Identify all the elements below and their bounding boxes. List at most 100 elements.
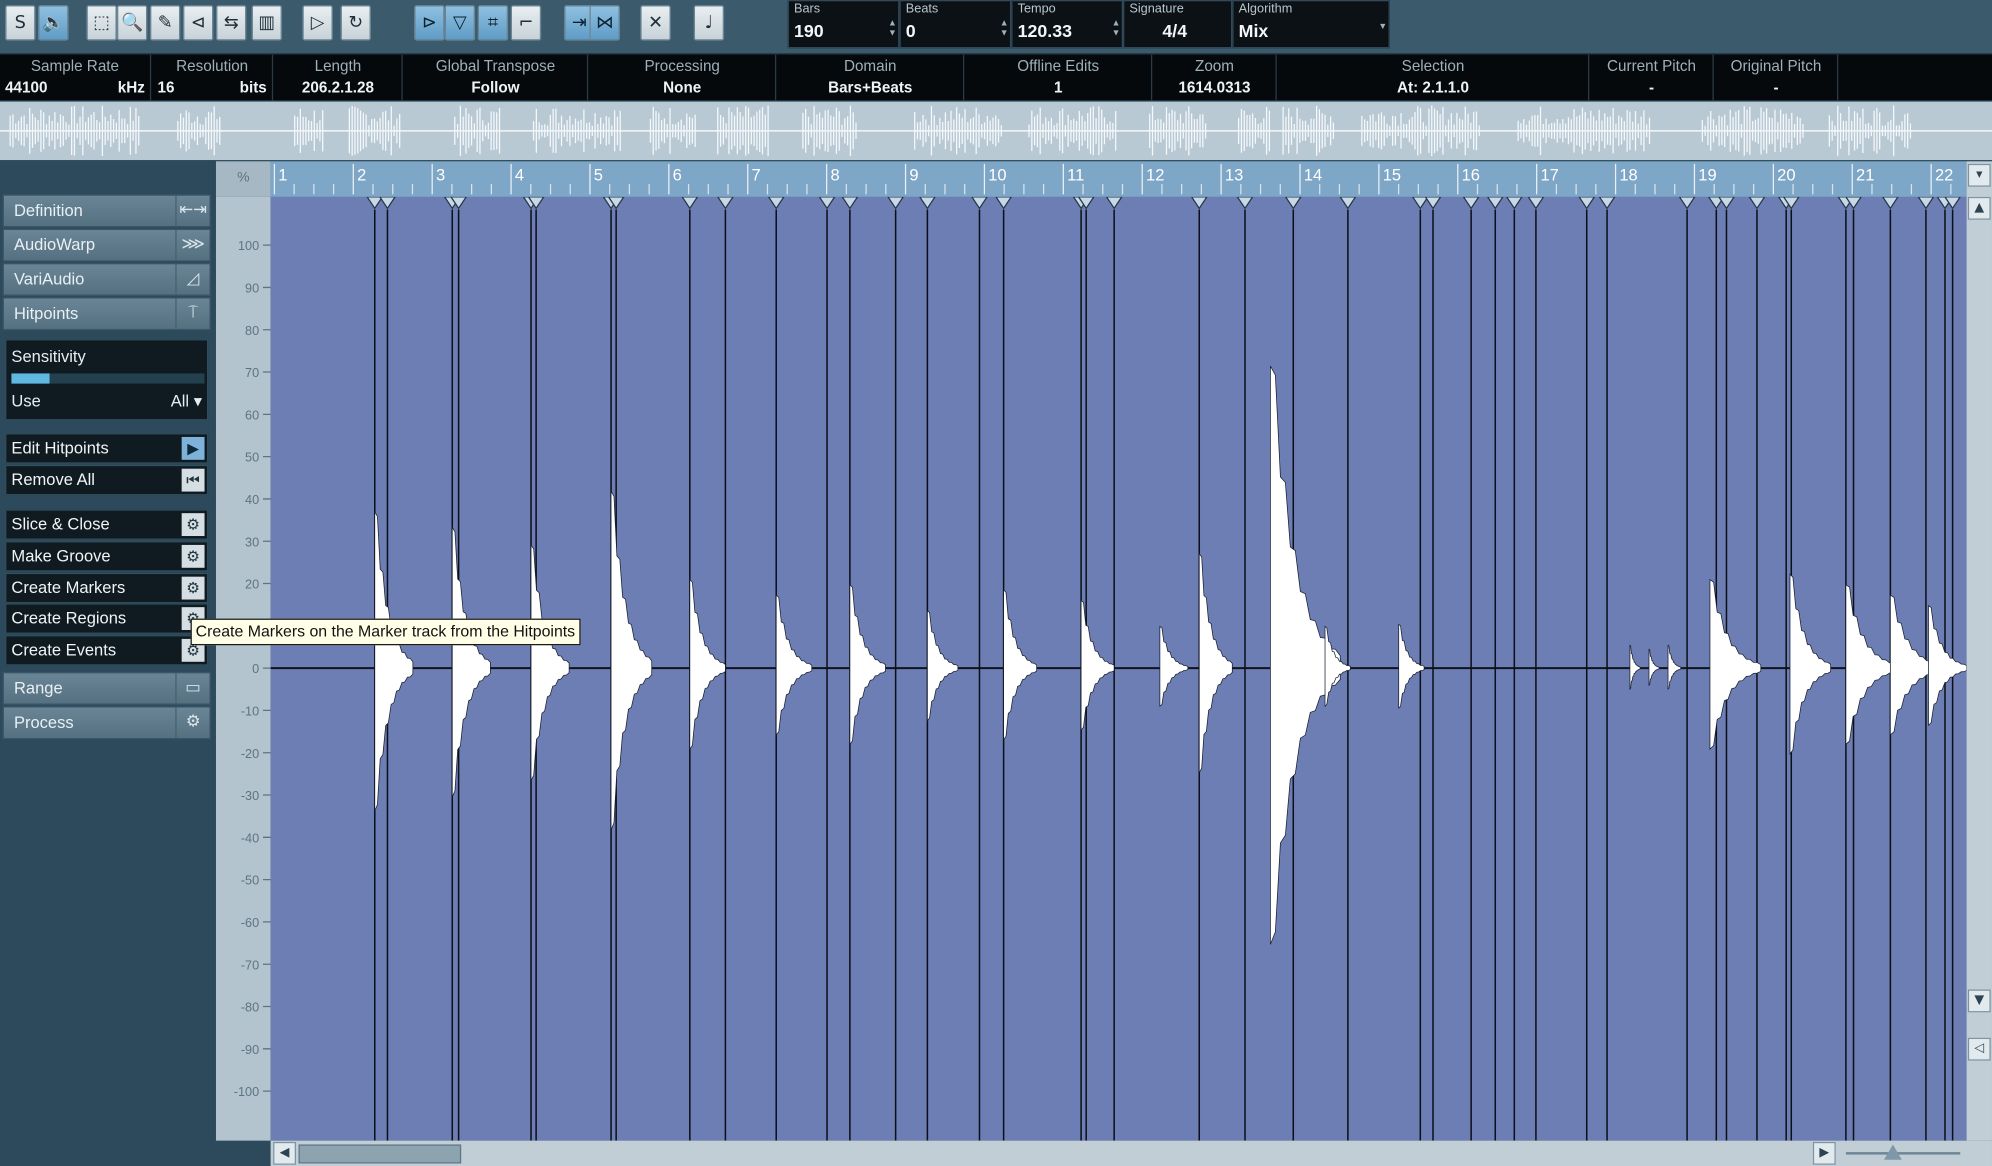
scroll-down-icon[interactable]: ▼: [1967, 989, 1991, 1013]
chevron-down-icon[interactable]: ▼: [1378, 23, 1387, 33]
speaker-icon[interactable]: 🔈: [38, 5, 69, 41]
beats-value[interactable]: 0: [906, 20, 916, 40]
transient-peak: [1667, 644, 1682, 691]
split-icon[interactable]: ⋈: [589, 5, 620, 41]
tempo-value[interactable]: 120.33: [1018, 20, 1072, 40]
length-label: Length: [314, 57, 362, 75]
domain-cell[interactable]: Domain Bars+Beats: [777, 54, 965, 101]
use-select[interactable]: All ▾: [171, 391, 202, 411]
create-regions-button[interactable]: Create Regions ⚙: [5, 603, 209, 634]
zoom-up-icon[interactable]: ▾: [1967, 163, 1991, 187]
amplitude-tick-label: 80: [245, 324, 259, 338]
sensitivity-control: Sensitivity Use All ▾: [5, 339, 209, 421]
transient-peak: [1928, 604, 1967, 727]
waveform-display[interactable]: [270, 196, 1967, 1141]
section-range[interactable]: Range ▭: [2, 671, 211, 705]
vertical-zoom-icon[interactable]: ◁: [1967, 1037, 1991, 1061]
section-process[interactable]: Process ⚙: [2, 706, 211, 740]
bar-number: 15: [1383, 166, 1401, 184]
free-warp-icon[interactable]: ✕: [640, 5, 671, 41]
beats-spin-icon[interactable]: ▲ ▼: [1000, 19, 1009, 39]
transient-peak: [1648, 648, 1660, 687]
create-events-button[interactable]: Create Events ⚙: [5, 635, 209, 666]
bar-number: 12: [1146, 166, 1164, 184]
section-variaudio[interactable]: VariAudio ◿: [2, 262, 211, 296]
transient-peak: [1159, 625, 1189, 708]
section-definition-label: Definition: [13, 200, 83, 220]
gear-icon: ⚙: [181, 513, 205, 537]
global-transpose-value[interactable]: Follow: [404, 79, 587, 97]
domain-value[interactable]: Bars+Beats: [777, 79, 962, 97]
scrub-icon[interactable]: ⇆: [215, 5, 247, 41]
global-transpose-cell[interactable]: Global Transpose Follow: [404, 54, 589, 101]
zoom-icon[interactable]: 🔍: [116, 5, 148, 41]
hitpoint-marker: [1578, 196, 1596, 210]
loop-icon[interactable]: ↻: [340, 5, 371, 41]
length-value: 206.2.1.28: [301, 78, 374, 97]
section-range-label: Range: [13, 678, 63, 698]
bar-ruler[interactable]: 1 2 3 4 5 6 7 8 9 10 11 12 13 14 15 16 17 18 19 20 21 22: [270, 161, 1991, 199]
create-markers-button[interactable]: Create Markers ⚙: [5, 572, 209, 604]
hitpoint-marker: [1284, 196, 1302, 210]
amplitude-tick-label: -100: [234, 1085, 259, 1099]
tempo-spin-icon[interactable]: ▲ ▼: [1112, 19, 1121, 39]
horizontal-scroll-thumb[interactable]: [298, 1144, 462, 1164]
hitpoint-marker: [1748, 196, 1766, 210]
resolution-unit: bits: [239, 78, 267, 97]
pencil-icon[interactable]: ✎: [149, 5, 181, 41]
bars-label: Bars: [794, 2, 821, 17]
slice-close-button[interactable]: Slice & Close ⚙: [5, 509, 209, 540]
edit-hitpoints-button[interactable]: Edit Hitpoints ▶: [5, 433, 209, 464]
amplitude-tick-label: -10: [241, 705, 259, 719]
current-pitch-label: Current Pitch: [1607, 57, 1697, 75]
note-icon[interactable]: ♩: [693, 5, 725, 41]
resolution-value: 16: [157, 78, 175, 97]
amplitude-scale: 1009080706050403020100-10-20-30-40-50-60…: [215, 196, 271, 1141]
bar-number: 19: [1698, 166, 1716, 184]
scroll-up-icon[interactable]: ▲: [1967, 196, 1991, 220]
remove-all-button[interactable]: Remove All ⏮: [5, 464, 209, 496]
scroll-left-icon[interactable]: ◀: [273, 1141, 297, 1165]
bracket-icon[interactable]: ⌐: [510, 5, 542, 41]
hitpoint-marker: [995, 196, 1013, 210]
bars-spin-icon[interactable]: ▲ ▼: [888, 19, 897, 39]
hitpoint-marker: [717, 196, 734, 210]
algorithm-field[interactable]: Algorithm Mix ▼: [1232, 0, 1390, 49]
algorithm-value[interactable]: Mix: [1239, 20, 1269, 40]
signature-field[interactable]: Signature 4/4: [1123, 0, 1233, 49]
vertical-scrollbar[interactable]: ▾ ▲ ▼ ◁: [1966, 161, 1992, 1141]
offline-edits-cell: Offline Edits 1: [966, 54, 1153, 101]
bars-field[interactable]: Bars 190 ▲ ▼: [787, 0, 900, 49]
select-range-icon[interactable]: ⬚: [86, 5, 117, 41]
tempo-field[interactable]: Tempo 120.33 ▲ ▼: [1011, 0, 1124, 49]
solo-icon[interactable]: S: [5, 5, 36, 41]
hitpoint-marker: [1505, 196, 1523, 210]
marker-down-icon[interactable]: ▽: [444, 5, 476, 41]
scroll-right-icon[interactable]: ▶: [1812, 1141, 1836, 1165]
signature-value[interactable]: 4/4: [1162, 20, 1187, 40]
amplitude-tick-label: -40: [241, 831, 259, 845]
beats-field[interactable]: Beats 0 ▲ ▼: [899, 0, 1012, 49]
grid-icon[interactable]: ⌗: [477, 5, 509, 41]
make-groove-button[interactable]: Make Groove ⚙: [5, 541, 209, 572]
zoom-slider-handle-icon[interactable]: [1884, 1144, 1902, 1160]
zoom-label: Zoom: [1195, 57, 1234, 75]
hitpoint-marker: [1486, 196, 1504, 210]
section-audiowarp[interactable]: AudioWarp ⋙: [2, 228, 211, 262]
overview-lane[interactable]: [0, 101, 1992, 161]
amplitude-tick-label: 70: [245, 366, 259, 380]
sensitivity-slider[interactable]: [11, 373, 205, 384]
play-icon[interactable]: ▷: [302, 5, 333, 41]
amplitude-tick-label: 40: [245, 493, 259, 507]
horizontal-zoom-slider[interactable]: [1845, 1152, 1961, 1155]
bar-number: 2: [357, 166, 366, 184]
resolution-label: Resolution: [176, 57, 249, 75]
section-hitpoints[interactable]: Hitpoints ⍑: [2, 297, 211, 331]
sliced-view-icon[interactable]: ▥: [251, 5, 283, 41]
snap-hitpoints-icon[interactable]: ⊳: [414, 5, 445, 41]
bars-value[interactable]: 190: [794, 20, 824, 40]
audition-icon[interactable]: ⊲: [182, 5, 214, 41]
section-definition[interactable]: Definition ⇤⇥: [2, 194, 211, 228]
zoom-cell: Zoom 1614.0313: [1154, 54, 1277, 101]
horizontal-scrollbar[interactable]: ◀ ▶: [270, 1140, 1992, 1166]
